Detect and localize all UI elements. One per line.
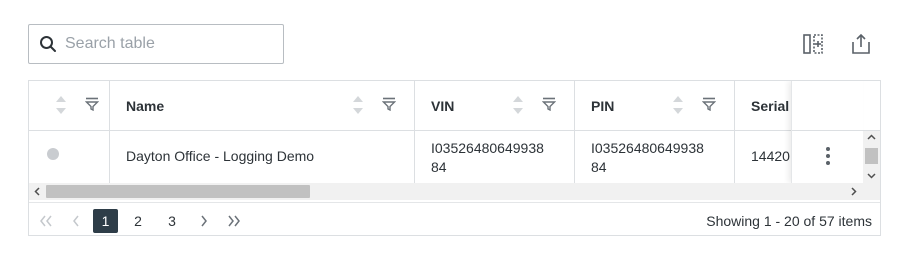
header-label: VIN [431,98,455,114]
pagination-bar: 1 2 3 Showing 1 - 20 of 57 items [29,202,880,235]
double-chevron-left-icon [40,215,52,227]
column-settings-icon [803,34,823,54]
row-vin-line1: I03526480649938 [431,140,544,156]
row-pin-line1: I03526480649938 [591,140,704,156]
chevron-right-icon [201,215,207,227]
header-vin[interactable]: VIN [415,81,575,130]
sort-icon[interactable] [352,94,364,116]
scroll-up-icon[interactable] [867,133,876,142]
scrollbar-corner [863,183,880,200]
scrollbar-thumb[interactable] [865,148,878,164]
data-table: Name VIN PIN Serial Dayton Office - Logg… [28,80,881,236]
header-pin[interactable]: PIN [575,81,735,130]
header-label: Name [126,98,165,114]
row-name: Dayton Office - Logging Demo [126,148,315,164]
sort-icon[interactable] [512,94,524,116]
row-select-cell[interactable] [29,131,110,183]
page-3-button[interactable]: 3 [162,209,182,233]
search-input[interactable] [65,31,275,57]
next-page-button[interactable] [197,209,211,233]
search-icon [40,36,56,52]
actions-header [792,81,863,131]
filter-icon[interactable] [382,97,396,111]
last-page-button[interactable] [225,209,243,233]
table-header-row: Name VIN PIN Serial [29,81,880,131]
vertical-scrollbar[interactable] [863,131,880,183]
scroll-left-icon[interactable] [33,187,42,196]
export-icon [852,33,870,54]
sort-icon[interactable] [672,94,684,116]
status-dot [47,148,59,160]
cell-name: Dayton Office - Logging Demo [110,131,415,183]
cell-vin: I03526480649938 84 [415,131,575,183]
double-chevron-right-icon [228,215,240,227]
first-page-button[interactable] [37,209,55,233]
export-button[interactable] [847,30,875,58]
search-box[interactable] [28,24,284,64]
scroll-down-icon[interactable] [867,171,876,180]
chevron-left-icon [73,215,79,227]
header-select-cell [29,81,110,130]
column-settings-button[interactable] [799,30,827,58]
table-row[interactable]: Dayton Office - Logging Demo I0352648064… [29,131,863,183]
header-name[interactable]: Name [110,81,415,130]
scroll-right-icon[interactable] [849,187,858,196]
row-vin-line2: 84 [431,159,447,175]
header-label: Serial [751,98,790,114]
cell-pin: I03526480649938 84 [575,131,735,183]
filter-icon[interactable] [702,97,716,111]
page-2-button[interactable]: 2 [128,209,148,233]
filter-icon[interactable] [85,97,99,111]
row-pin-line2: 84 [591,159,607,175]
sort-icon[interactable] [55,94,67,116]
scrollbar-thumb[interactable] [46,185,310,198]
pagination-info: Showing 1 - 20 of 57 items [706,213,872,229]
row-serial: 14420 [751,148,790,164]
horizontal-scrollbar[interactable] [29,183,863,200]
page-1-button[interactable]: 1 [93,209,118,233]
previous-page-button[interactable] [69,209,83,233]
row-actions-column [791,81,863,183]
more-vertical-icon[interactable] [818,145,838,167]
header-label: PIN [591,98,615,114]
filter-icon[interactable] [542,97,556,111]
